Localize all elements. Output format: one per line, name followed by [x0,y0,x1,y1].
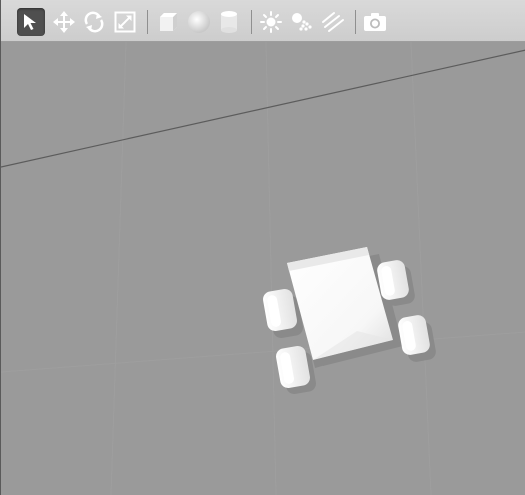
gazebo-window [0,0,525,495]
toolbar-separator [251,10,252,34]
directional-light-button[interactable] [319,8,347,36]
ground-grid [1,42,525,495]
scene-viewport[interactable] [1,42,525,495]
cylinder-shape-icon [219,10,239,34]
rotate-tool-button[interactable] [80,8,108,36]
scale-icon [114,11,136,33]
translate-icon [53,11,75,33]
robot-wheel [398,315,430,355]
point-light-button[interactable] [257,8,285,36]
horizon-line [1,49,525,168]
translate-tool-button[interactable] [50,8,78,36]
box-shape-button[interactable] [154,8,182,36]
robot-model[interactable] [262,247,437,395]
spot-light-icon [290,11,314,33]
screenshot-button[interactable] [361,8,389,36]
toolbar-separator [355,10,356,34]
spot-light-button[interactable] [288,8,316,36]
robot-wheel [276,345,310,389]
box-shape-icon [157,11,179,33]
directional-light-icon [320,11,346,33]
sphere-shape-button[interactable] [185,8,213,36]
scale-tool-button[interactable] [111,8,139,36]
select-tool-button[interactable] [17,8,45,36]
rotate-icon [83,11,105,33]
sphere-shape-icon [187,10,211,34]
cylinder-shape-button[interactable] [215,8,243,36]
point-light-icon [260,11,282,33]
select-arrow-icon [21,12,41,32]
toolbar [1,0,525,42]
robot-wheel [263,288,297,332]
camera-icon [363,12,387,32]
toolbar-separator [147,10,148,34]
